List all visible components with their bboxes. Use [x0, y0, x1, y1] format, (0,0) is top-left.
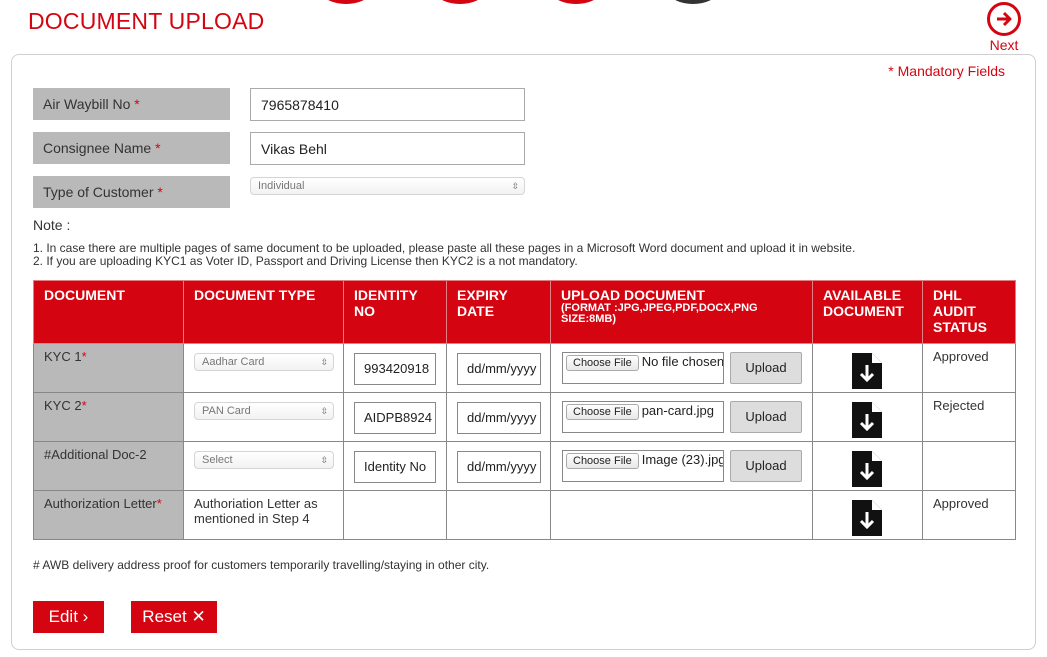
chevron-updown-icon: ⇳ — [320, 357, 328, 367]
upload-button[interactable]: Upload — [730, 450, 802, 482]
page-title: DOCUMENT UPLOAD — [28, 8, 265, 34]
available-doc-cell — [812, 441, 923, 491]
doc-type-text: Authoriation Letter as mentioned in Step… — [194, 496, 318, 526]
audit-status-cell: Approved — [922, 343, 1016, 393]
upload-cell: Choose File Image (23).jpg Upload — [550, 441, 813, 491]
upload-format-note: (FORMAT :JPG,JPEG,PDF,DOCX,PNG SIZE:8MB) — [561, 302, 758, 325]
header-expiry-date: EXPIRY DATE — [446, 280, 551, 344]
expiry-cell — [446, 490, 551, 540]
upload-cell: Choose File pan-card.jpg Upload — [550, 392, 813, 442]
header-document-type: DOCUMENT TYPE — [183, 280, 344, 344]
reset-button[interactable]: Reset ✕ — [131, 601, 217, 633]
header-dhl-audit-status: DHL AUDIT STATUS — [922, 280, 1016, 344]
download-file-icon[interactable] — [852, 353, 882, 389]
doc-type-select[interactable]: Select ⇳ — [194, 451, 334, 469]
next-button[interactable]: Next — [984, 2, 1024, 53]
status-text: Approved — [933, 496, 989, 511]
table-row: Authorization Letter* Authoriation Lette… — [33, 490, 1016, 540]
header-identity-no: IDENTITY NO — [343, 280, 447, 344]
note-line-1: 1. In case there are multiple pages of s… — [33, 241, 856, 255]
file-input[interactable]: Choose File pan-card.jpg — [562, 401, 724, 433]
identity-input[interactable]: AIDPB8924 — [354, 402, 436, 434]
audit-status-cell: Approved — [922, 490, 1016, 540]
upload-form-card: * Mandatory Fields Air Waybill No * Cons… — [11, 54, 1036, 650]
available-doc-cell — [812, 490, 923, 540]
identity-cell: 993420918 — [343, 343, 447, 393]
table-row: #Additional Doc-2 Select ⇳ Identity No dd… — [33, 441, 1016, 491]
arrow-right-circle-icon — [987, 2, 1021, 36]
customer-type-label: Type of Customer * — [33, 176, 230, 208]
doc-type-cell: PAN Card ⇳ — [183, 392, 344, 442]
identity-cell: Identity No — [343, 441, 447, 491]
upload-cell: Choose File No file chosen Upload — [550, 343, 813, 393]
expiry-date-input[interactable]: dd/mm/yyyy — [457, 451, 541, 483]
decorative-arc — [323, 0, 369, 4]
header-upload-document: UPLOAD DOCUMENT (FORMAT :JPG,JPEG,PDF,DOC… — [550, 280, 813, 344]
table-header-row: DOCUMENT DOCUMENT TYPE IDENTITY NO EXPIR… — [33, 280, 1016, 344]
file-name: Image (23).jpg — [641, 452, 724, 467]
file-input[interactable]: Choose File No file chosen — [562, 352, 724, 384]
doc-name-cell: #Additional Doc-2 — [33, 441, 184, 491]
expiry-cell: dd/mm/yyyy — [446, 392, 551, 442]
chevron-updown-icon: ⇳ — [511, 181, 519, 191]
expiry-cell: dd/mm/yyyy — [446, 441, 551, 491]
doc-type-cell: Aadhar Card ⇳ — [183, 343, 344, 393]
status-text: Approved — [933, 349, 989, 364]
awb-label: Air Waybill No * — [33, 88, 230, 120]
doc-type-cell: Authoriation Letter as mentioned in Step… — [183, 490, 344, 540]
file-name: pan-card.jpg — [641, 403, 714, 418]
download-file-icon[interactable] — [852, 451, 882, 487]
doc-name-cell: Authorization Letter* — [33, 490, 184, 540]
status-text: Rejected — [933, 398, 985, 413]
upload-button[interactable]: Upload — [730, 352, 802, 384]
doc-type-select[interactable]: PAN Card ⇳ — [194, 402, 334, 420]
file-input[interactable]: Choose File Image (23).jpg — [562, 450, 724, 482]
file-name: No file chosen — [641, 354, 724, 369]
doc-name-cell: KYC 1* — [33, 343, 184, 393]
chevron-updown-icon: ⇳ — [320, 406, 328, 416]
identity-input[interactable]: Identity No — [354, 451, 436, 483]
next-label: Next — [989, 37, 1019, 53]
chevron-updown-icon: ⇳ — [320, 455, 328, 465]
upload-cell — [550, 490, 813, 540]
identity-input[interactable]: 993420918 — [354, 353, 436, 385]
expiry-date-input[interactable]: dd/mm/yyyy — [457, 402, 541, 434]
header-document: DOCUMENT — [33, 280, 184, 344]
edit-button[interactable]: Edit › — [33, 601, 104, 633]
awb-input[interactable] — [250, 88, 525, 121]
expiry-date-input[interactable]: dd/mm/yyyy — [457, 353, 541, 385]
audit-status-cell — [922, 441, 1016, 491]
upload-button[interactable]: Upload — [730, 401, 802, 433]
consignee-label: Consignee Name * — [33, 132, 230, 164]
choose-file-button[interactable]: Choose File — [566, 453, 639, 469]
audit-status-cell: Rejected — [922, 392, 1016, 442]
doc-type-cell: Select ⇳ — [183, 441, 344, 491]
download-file-icon[interactable] — [852, 500, 882, 536]
mandatory-fields-note: * Mandatory Fields — [888, 63, 1005, 79]
choose-file-button[interactable]: Choose File — [566, 404, 639, 420]
table-row: KYC 2* PAN Card ⇳ AIDPB8924 dd/mm/yyyy Ch… — [33, 392, 1016, 442]
chevron-right-icon: › — [82, 607, 89, 626]
decorative-arc — [553, 0, 599, 4]
doc-type-select[interactable]: Aadhar Card ⇳ — [194, 353, 334, 371]
download-file-icon[interactable] — [852, 402, 882, 438]
header-available-document: AVAILABLE DOCUMENT — [812, 280, 923, 344]
note-title: Note : — [33, 217, 71, 233]
available-doc-cell — [812, 392, 923, 442]
doc-name-cell: KYC 2* — [33, 392, 184, 442]
close-icon: ✕ — [191, 607, 206, 626]
expiry-cell: dd/mm/yyyy — [446, 343, 551, 393]
identity-cell — [343, 490, 447, 540]
documents-table: DOCUMENT DOCUMENT TYPE IDENTITY NO EXPIR… — [33, 280, 1016, 540]
decorative-arc — [670, 0, 716, 4]
footnote: # AWB delivery address proof for custome… — [33, 558, 490, 572]
identity-cell: AIDPB8924 — [343, 392, 447, 442]
table-row: KYC 1* Aadhar Card ⇳ 993420918 dd/mm/yyyy… — [33, 343, 1016, 393]
available-doc-cell — [812, 343, 923, 393]
customer-type-select[interactable]: Individual ⇳ — [250, 177, 525, 195]
choose-file-button[interactable]: Choose File — [566, 355, 639, 371]
decorative-arc — [437, 0, 483, 4]
consignee-input[interactable] — [250, 132, 525, 165]
note-line-2: 2. If you are uploading KYC1 as Voter ID… — [33, 254, 578, 268]
